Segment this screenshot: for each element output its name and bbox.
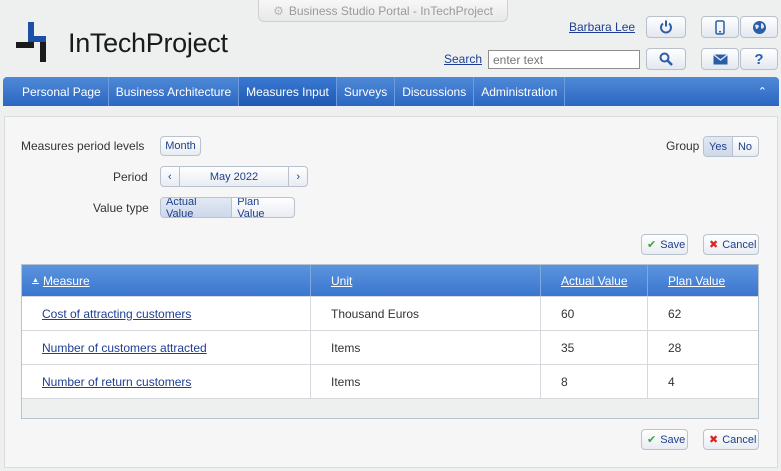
cancel-button-bottom[interactable]: ✖ Cancel (703, 429, 759, 450)
nav-collapse-button[interactable]: ⌃ (758, 77, 779, 106)
mail-icon (712, 53, 728, 64)
table-footer (22, 398, 758, 418)
chevron-right-icon: › (296, 170, 300, 183)
cancel-label: Cancel (722, 433, 757, 446)
cancel-button-top[interactable]: ✖ Cancel (703, 234, 759, 255)
search-input[interactable] (488, 50, 640, 69)
column-header-unit[interactable]: Unit (311, 265, 541, 296)
group-toggle: Yes No (703, 136, 759, 157)
main-nav: Personal Page Business Architecture Meas… (3, 77, 779, 106)
unit-cell: Thousand Euros (311, 297, 541, 330)
globe-icon (752, 20, 766, 34)
logo-mark-icon (16, 22, 46, 62)
nav-item-discussions[interactable]: Discussions (395, 77, 475, 106)
actual-value-cell[interactable]: 35 (541, 331, 648, 364)
save-button-top[interactable]: ✔ Save (641, 234, 688, 255)
value-type-actual-option[interactable]: Actual Value (161, 198, 232, 217)
value-type-toggle: Actual Value Plan Value (160, 197, 295, 218)
unit-cell: Items (311, 365, 541, 398)
save-button-bottom[interactable]: ✔ Save (641, 429, 688, 450)
period-value[interactable]: May 2022 (178, 167, 289, 186)
column-header-plan-value[interactable]: Plan Value (648, 265, 758, 296)
help-icon: ? (754, 50, 764, 68)
actual-value-cell[interactable]: 8 (541, 365, 648, 398)
group-no-option[interactable]: No (731, 137, 757, 156)
table-header: ▲ Measure Unit Actual Value Plan Value (22, 265, 758, 296)
gear-icon: ⚙ (273, 3, 284, 18)
logo: InTechProject (14, 22, 228, 64)
period-next-button[interactable]: › (288, 167, 307, 186)
nav-item-measures-input[interactable]: Measures Input (239, 77, 337, 106)
search-button[interactable] (646, 48, 686, 70)
plan-value-cell: 62 (668, 306, 682, 321)
measure-link[interactable]: Number of customers attracted (42, 341, 207, 355)
period-level-month-button[interactable]: Month (160, 136, 201, 156)
help-button[interactable]: ? (740, 48, 778, 70)
double-chevron-up-icon: ⌃ (757, 86, 767, 98)
measures-table: ▲ Measure Unit Actual Value Plan Value C… (21, 264, 759, 419)
nav-item-business-architecture[interactable]: Business Architecture (109, 77, 240, 106)
actual-value-cell[interactable]: 60 (541, 297, 648, 330)
period-label: Period (113, 170, 148, 184)
mail-button[interactable] (701, 48, 739, 70)
search-icon (659, 52, 673, 66)
save-label: Save (660, 433, 686, 446)
period-levels-label: Measures period levels (21, 139, 145, 153)
group-label: Group (666, 139, 700, 153)
measure-link[interactable]: Number of return customers (42, 375, 191, 389)
nav-item-personal-page[interactable]: Personal Page (3, 77, 109, 106)
measure-link[interactable]: Cost of attracting customers (42, 307, 191, 321)
logo-text: InTechProject (68, 27, 228, 58)
user-name-link[interactable]: Barbara Lee (569, 20, 635, 34)
close-icon: ✖ (709, 434, 719, 446)
table-row: Cost of attracting customers Thousand Eu… (22, 296, 758, 330)
group-yes-option[interactable]: Yes (704, 137, 732, 156)
search-link[interactable]: Search (444, 52, 482, 66)
table-row: Number of customers attracted Items 35 2… (22, 330, 758, 364)
logout-button[interactable] (646, 16, 686, 38)
window-title: Business Studio Portal - InTechProject (288, 3, 493, 18)
sort-ascending-icon: ▲ (32, 277, 39, 284)
language-button[interactable] (740, 16, 778, 38)
close-icon: ✖ (709, 239, 719, 251)
phone-icon (715, 19, 725, 35)
check-icon: ✔ (647, 434, 657, 446)
period-selector: ‹ May 2022 › (160, 166, 308, 187)
unit-cell: Items (311, 331, 541, 364)
chevron-left-icon: ‹ (168, 170, 172, 183)
table-row: Number of return customers Items 8 4 (22, 364, 758, 398)
nav-item-surveys[interactable]: Surveys (337, 77, 396, 106)
value-type-label: Value type (93, 201, 149, 215)
nav-item-administration[interactable]: Administration (474, 77, 566, 106)
save-label: Save (660, 238, 686, 251)
window-title-tab: ⚙ Business Studio Portal - InTechProject (258, 0, 508, 22)
power-icon (660, 20, 672, 34)
column-header-measure[interactable]: ▲ Measure (22, 265, 311, 296)
cancel-label: Cancel (722, 238, 757, 251)
period-prev-button[interactable]: ‹ (161, 167, 179, 186)
column-header-actual-value[interactable]: Actual Value (541, 265, 648, 296)
check-icon: ✔ (647, 239, 657, 251)
value-type-plan-option[interactable]: Plan Value (231, 198, 294, 217)
plan-value-cell: 28 (668, 340, 682, 355)
mobile-button[interactable] (701, 16, 739, 38)
plan-value-cell: 4 (668, 374, 675, 389)
